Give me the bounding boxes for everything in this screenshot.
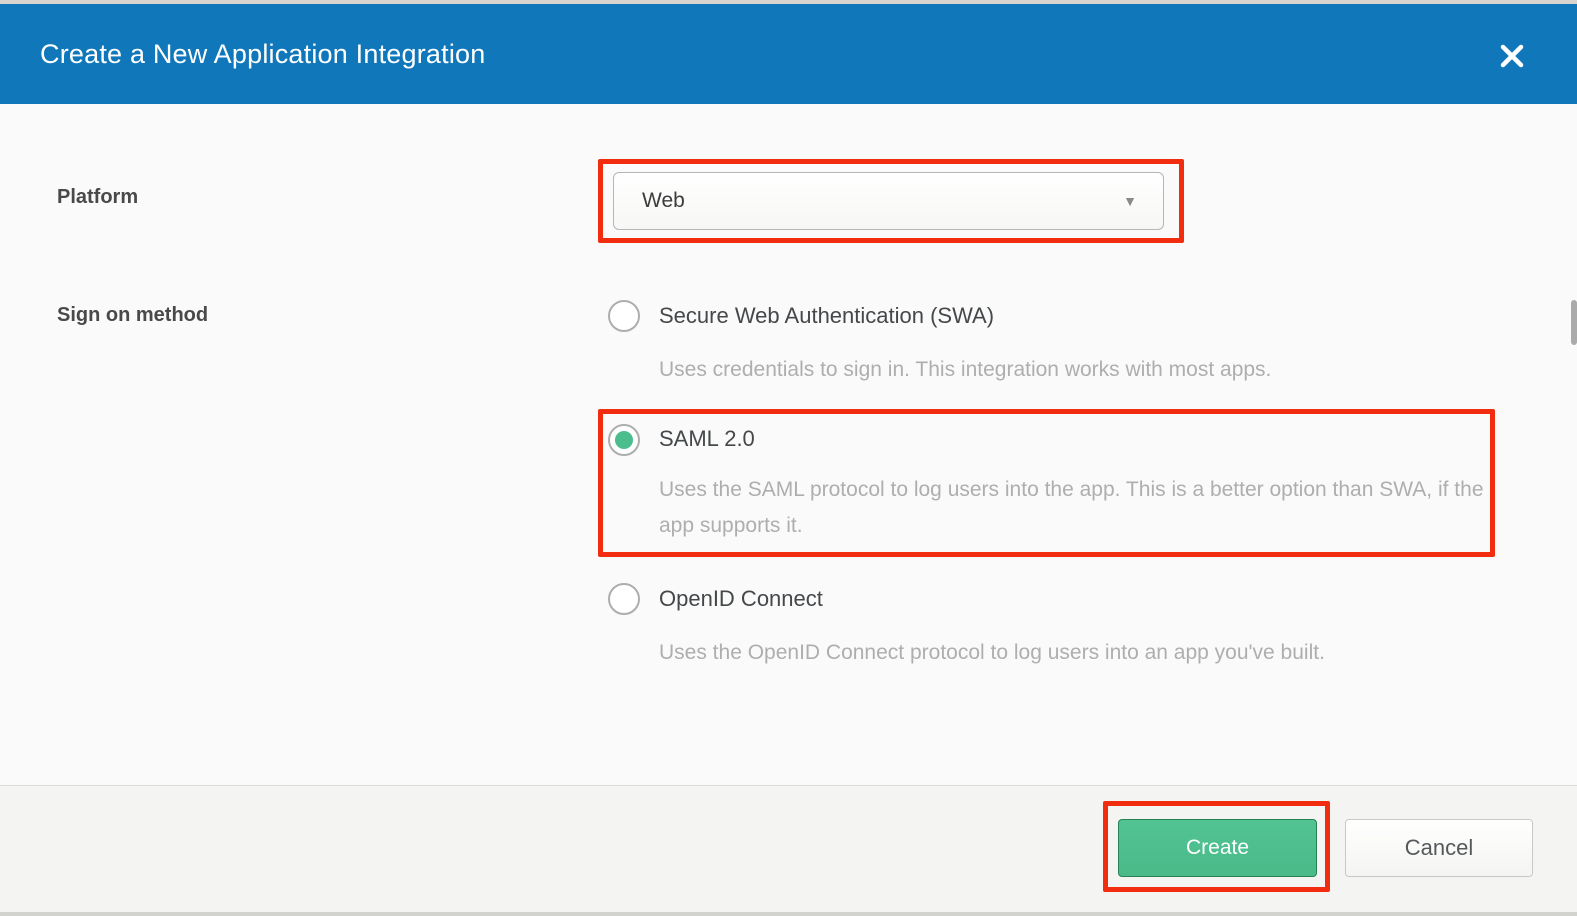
platform-label: Platform — [57, 186, 138, 209]
saml-option-label[interactable]: SAML 2.0 — [659, 426, 755, 452]
radio-selected-dot — [615, 431, 633, 449]
platform-dropdown[interactable]: Web ▼ — [613, 172, 1164, 230]
chevron-down-icon: ▼ — [1123, 193, 1137, 209]
window-bottom-edge — [0, 912, 1577, 916]
close-icon — [1498, 42, 1526, 70]
radio-openid-connect[interactable] — [608, 583, 640, 615]
platform-dropdown-value: Web — [614, 189, 685, 213]
create-button[interactable]: Create — [1118, 819, 1317, 877]
openid-option-description: Uses the OpenID Connect protocol to log … — [659, 635, 1325, 671]
dialog-footer: Create Cancel — [0, 785, 1577, 912]
dialog-title: Create a New Application Integration — [40, 4, 485, 104]
sign-on-method-label: Sign on method — [57, 304, 208, 327]
openid-option-label[interactable]: OpenID Connect — [659, 586, 823, 612]
radio-swa[interactable] — [608, 300, 640, 332]
close-button[interactable] — [1497, 41, 1527, 71]
radio-saml[interactable] — [608, 424, 640, 456]
dialog-body: Platform Web ▼ Sign on method Secure Web… — [0, 104, 1577, 785]
scrollbar-thumb[interactable] — [1571, 300, 1577, 345]
swa-option-label[interactable]: Secure Web Authentication (SWA) — [659, 303, 994, 329]
create-app-integration-dialog: Create a New Application Integration Pla… — [0, 0, 1577, 916]
cancel-button[interactable]: Cancel — [1345, 819, 1533, 877]
swa-option-description: Uses credentials to sign in. This integr… — [659, 352, 1271, 388]
dialog-header: Create a New Application Integration — [0, 4, 1577, 104]
saml-option-description: Uses the SAML protocol to log users into… — [659, 472, 1484, 544]
